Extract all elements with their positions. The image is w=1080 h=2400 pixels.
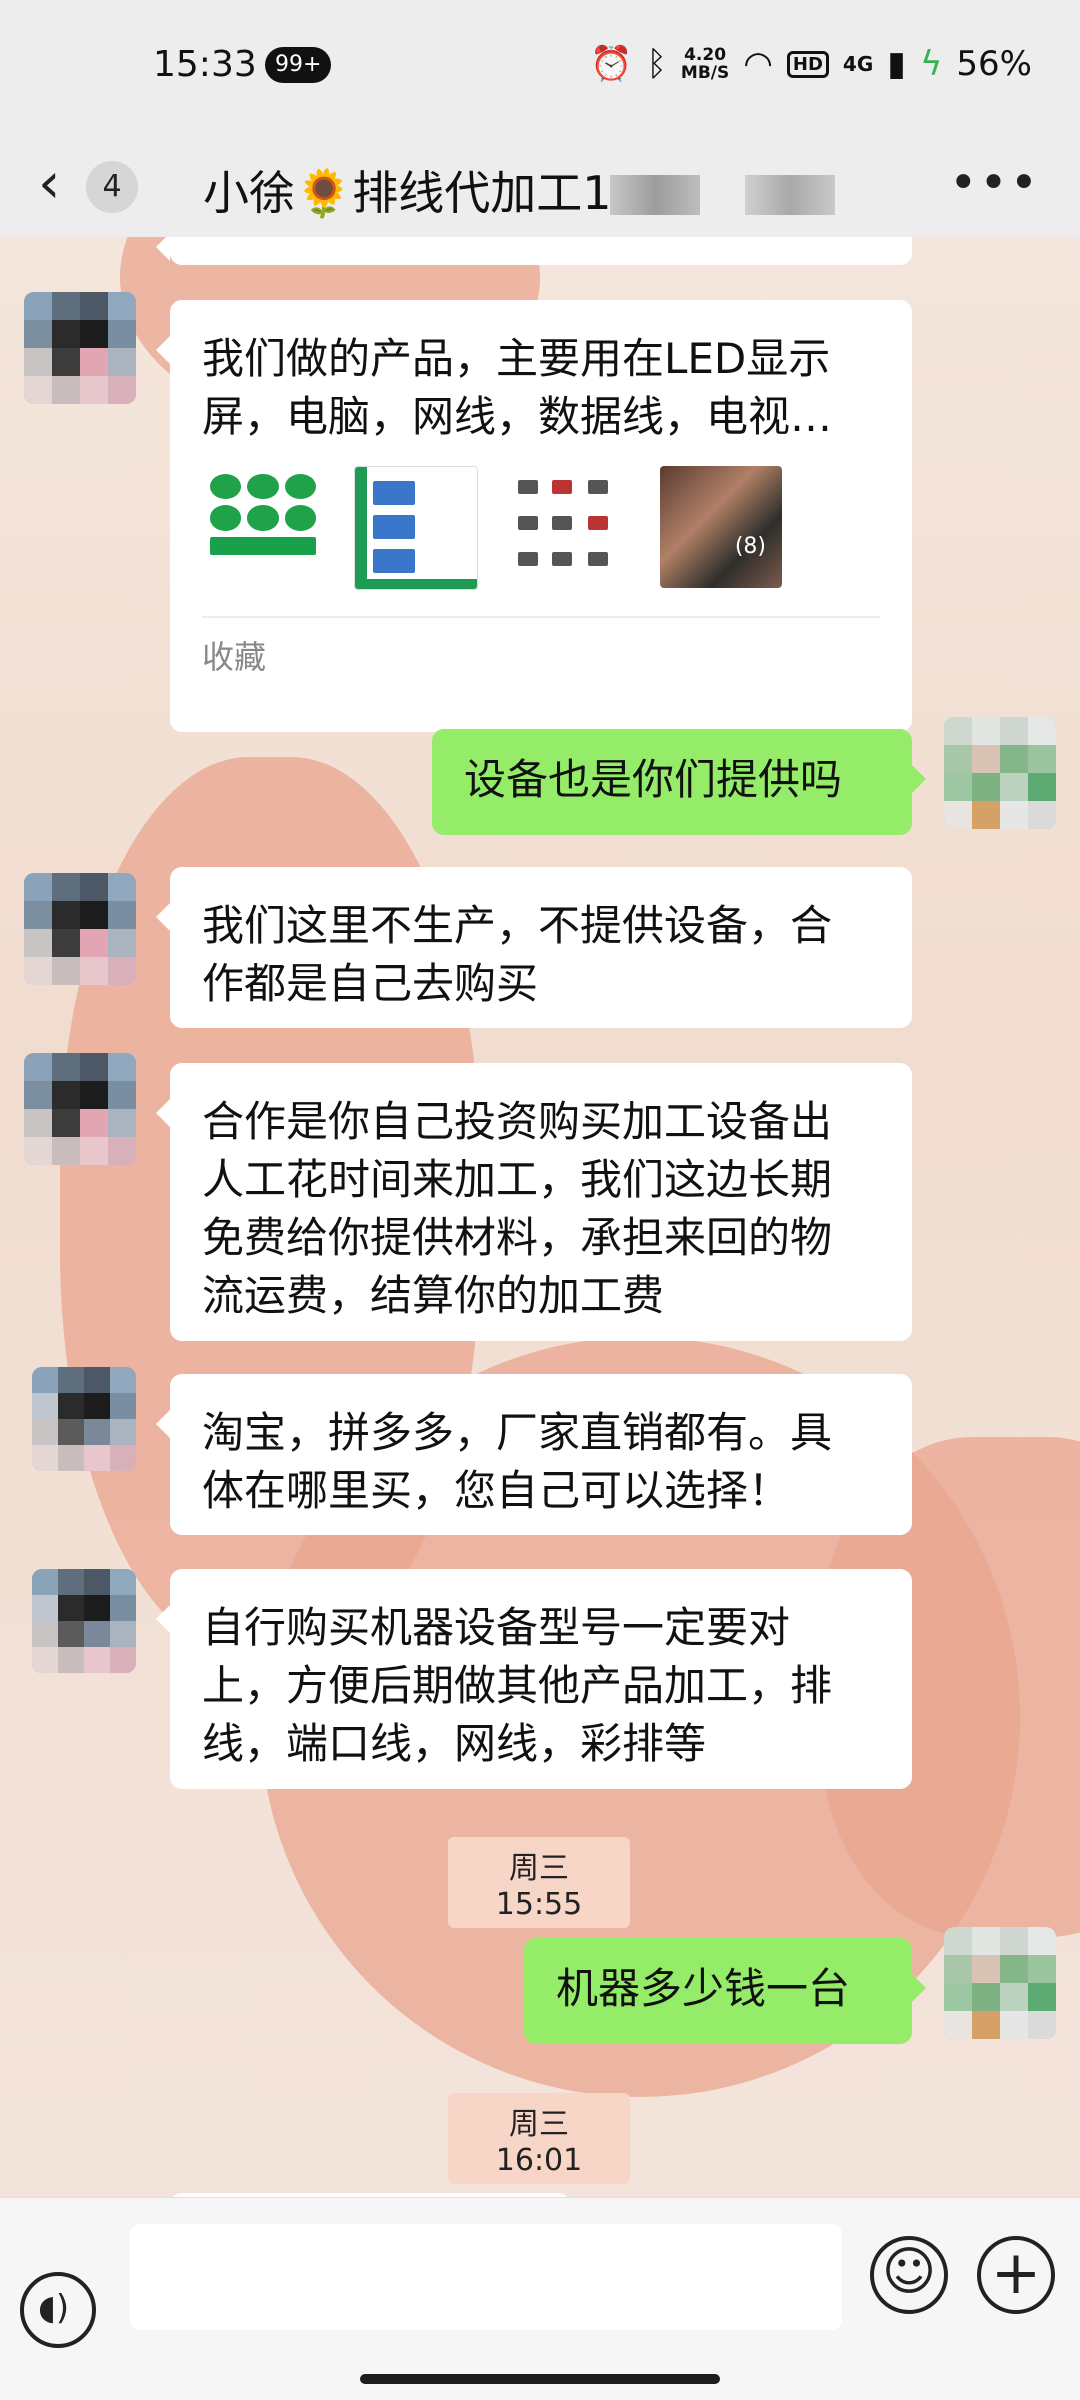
plus-icon[interactable]: + <box>977 2236 1055 2314</box>
my-message-bubble[interactable]: 机器多少钱一台 <box>524 1938 926 2044</box>
avatar[interactable] <box>24 292 136 404</box>
home-indicator <box>360 2374 720 2384</box>
avatar[interactable] <box>32 1367 136 1471</box>
signal-label: 4G <box>842 52 874 76</box>
back-icon[interactable]: ‹ <box>38 151 60 216</box>
bluetooth-icon: ᛒ <box>646 44 667 84</box>
message-input[interactable] <box>130 2224 842 2330</box>
status-bar: 15:33 99+ ⏰ ᛒ 4.20 MB/S ◠ HD 4G ▮ ϟ 56% <box>0 0 1080 135</box>
alarm-icon: ⏰ <box>590 44 633 84</box>
my-message-bubble[interactable]: 设备也是你们提供吗 <box>432 729 926 835</box>
hd-icon: HD <box>786 50 829 78</box>
redacted-text <box>610 175 700 215</box>
message-bubble[interactable]: 自行购买机器设备型号一定要对 上，方便后期做其他产品加工，排 线，端口线，网线，… <box>156 1569 912 1789</box>
voice-input-button[interactable]: ◖) <box>20 2272 96 2348</box>
favorite-card-message[interactable]: 我们做的产品，主要用在LED显示 屏，电脑，网线，数据线，电视… (8) 收藏 <box>156 300 912 732</box>
battery-level: 56% <box>956 44 1032 84</box>
thumbnail-image <box>354 466 478 590</box>
my-avatar[interactable] <box>944 717 1056 829</box>
charging-icon: ϟ <box>919 44 943 84</box>
net-speed: 4.20 MB/S <box>680 45 730 83</box>
more-icon[interactable]: ••• <box>949 155 1040 211</box>
message-bubble[interactable]: 我们这里不生产，不提供设备，合 作都是自己去购买 <box>156 867 912 1028</box>
avatar[interactable] <box>32 1569 136 1673</box>
timestamp-divider: 周三 16:01 <box>448 2093 630 2184</box>
status-icons: ⏰ ᛒ 4.20 MB/S ◠ HD 4G ▮ ϟ 56% <box>590 44 1032 84</box>
redacted-text <box>745 175 835 215</box>
unread-count-badge[interactable]: 4 <box>86 161 138 213</box>
thumbnail-row: (8) <box>202 466 880 590</box>
clock: 15:33 <box>153 44 257 85</box>
voice-icon: ◖) <box>38 2288 70 2328</box>
thumbnail-image: (8) <box>660 466 782 588</box>
message-bubble[interactable]: 淘宝，拼多多，厂家直销都有。具 体在哪里买，您自己可以选择！ <box>156 1374 912 1535</box>
avatar[interactable] <box>24 1053 136 1165</box>
thumbnail-image <box>202 466 324 588</box>
avatar[interactable] <box>24 873 136 985</box>
favorite-label: 收藏 <box>202 616 880 686</box>
timestamp-divider: 周三 15:55 <box>448 1837 630 1928</box>
wifi-icon: ◠ <box>743 44 773 84</box>
thumbnail-image <box>508 466 630 588</box>
input-bar: ◖) ☺ + <box>0 2197 1080 2400</box>
message-bubble[interactable]: 合作是你自己投资购买加工设备出 人工花时间来加工，我们这边长期 免费给你提供材料… <box>156 1063 912 1341</box>
emoji-icon[interactable]: ☺ <box>870 2236 948 2314</box>
my-avatar[interactable] <box>944 1927 1056 2039</box>
message-bubble-clipped[interactable] <box>156 237 912 265</box>
notification-badge: 99+ <box>265 47 332 83</box>
chat-title: 小徐🌻排线代加工1 <box>203 166 612 220</box>
message-list[interactable]: 我们做的产品，主要用在LED显示 屏，电脑，网线，数据线，电视… (8) 收藏 … <box>0 237 1080 2197</box>
signal-icon: ▮ <box>887 44 906 84</box>
chat-header: ‹ 4 小徐🌻排线代加工1 ••• <box>0 135 1080 238</box>
